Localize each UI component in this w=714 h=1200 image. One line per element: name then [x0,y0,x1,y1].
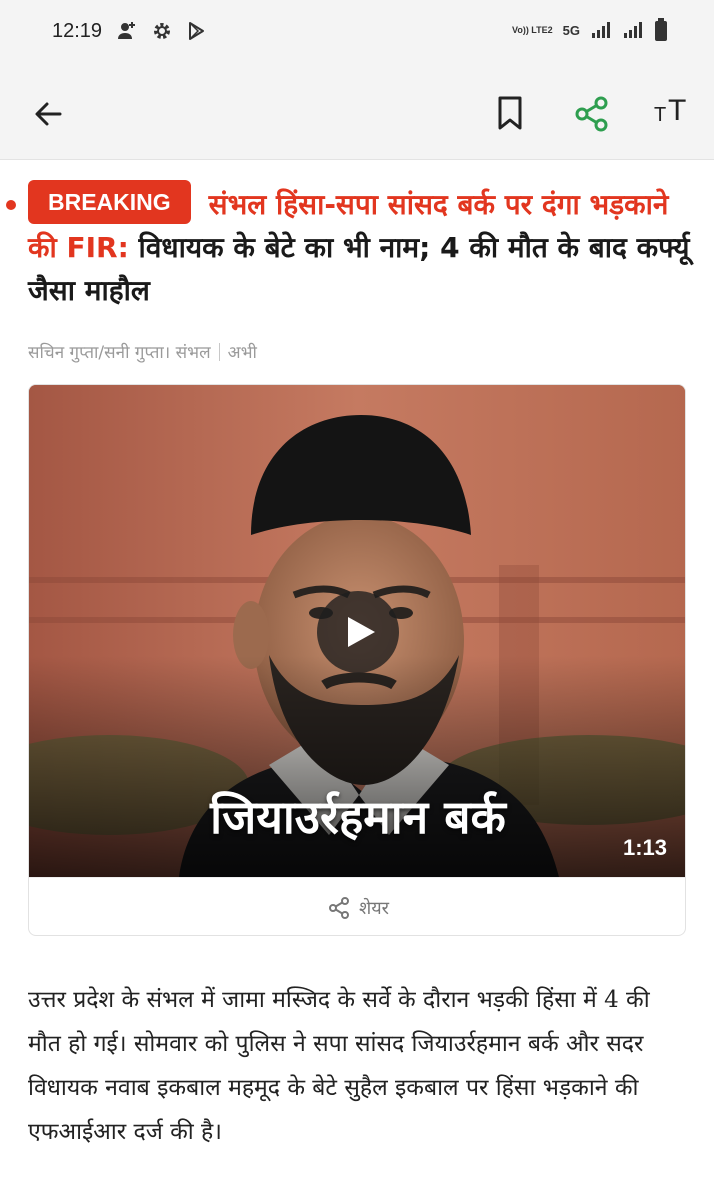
status-time: 12:19 [52,20,103,42]
video-duration: 1:13 [622,835,667,860]
article-title: BREAKING संभल हिंसा-सपा सांसद बर्क पर दंग… [28,180,694,312]
video-player[interactable]: जियाउर्रहमान बर्क 1:13 [29,385,685,877]
gear-icon [154,23,170,39]
share-icon[interactable] [572,94,612,134]
byline-time: अभी [227,343,257,363]
add-contact-icon [118,22,135,39]
video-share-button[interactable]: शेयर [29,877,685,935]
status-notification-icons [116,20,206,42]
font-size-big-t: T [668,94,687,127]
byline: सचिन गुप्ता/सनी गुप्ता। संभल अभी [28,340,257,363]
play-button[interactable] [317,591,399,673]
volte-indicator: Vo)) LTE2 [511,25,553,35]
app-bar: T T [0,66,714,160]
status-system-icons: Vo)) LTE2 5G [512,18,668,42]
status-bar: 12:19 Vo)) LTE2 5G [0,0,714,66]
bookmark-icon[interactable] [492,94,528,132]
video-card: जियाउर्रहमान बर्क 1:13 शेयर [28,384,686,936]
byline-divider [218,343,220,361]
battery-icon [655,18,667,41]
article-paragraph: उत्तर प्रदेश के संभल में जामा मस्जिद के … [28,987,650,1145]
font-size-small-t: T [654,104,667,126]
share-icon [328,896,349,919]
byline-authors: सचिन गुप्ता/सनी गुप्ता। संभल [28,343,211,363]
breaking-badge: BREAKING [28,180,191,224]
video-share-label: शेयर [358,897,390,919]
play-icon [348,617,375,647]
signal-icon [624,22,642,38]
video-overlay-title: जियाउर्रहमान बर्क [210,790,506,844]
breaking-dot [6,200,16,210]
font-size-icon[interactable]: T T [652,90,692,130]
signal-icon [592,22,610,38]
network-type: 5G [562,22,580,38]
headline-block: BREAKING संभल हिंसा-सपा सांसद बर्क पर दंग… [28,180,694,312]
back-arrow-icon[interactable] [30,96,66,132]
play-store-icon [189,22,204,40]
